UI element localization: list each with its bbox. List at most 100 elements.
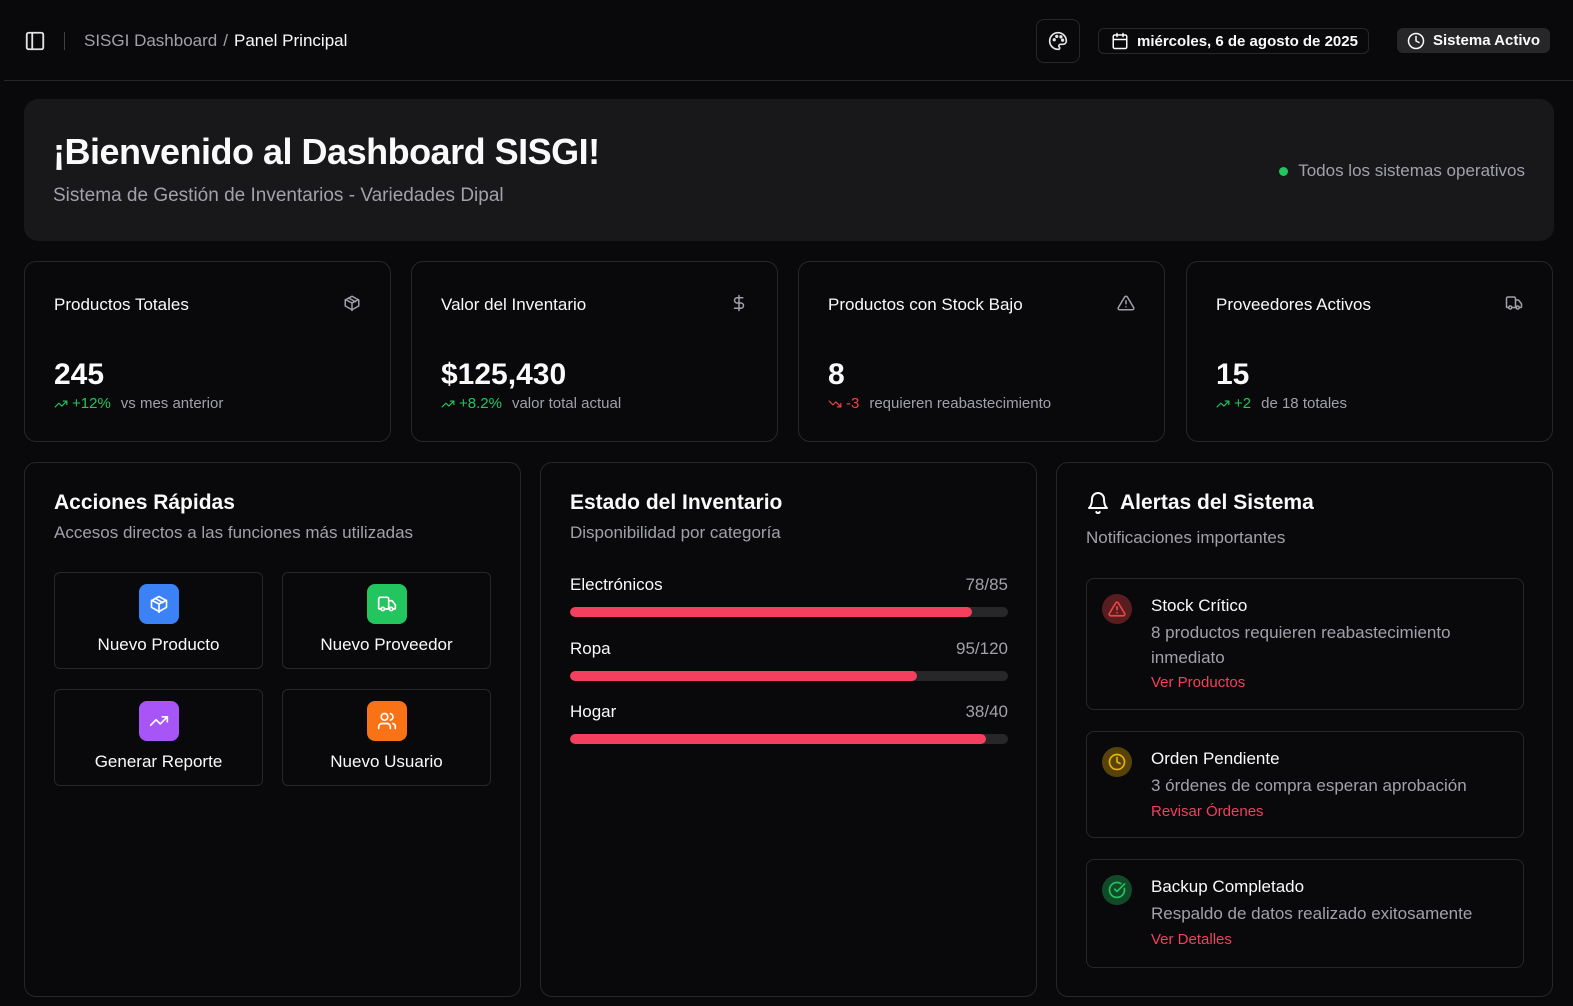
clock-icon	[1102, 747, 1132, 777]
panel-subtitle: Disponibilidad por categoría	[570, 523, 781, 542]
progress-track	[570, 734, 1008, 744]
progress-fill	[570, 734, 987, 744]
stat-title: Productos Totales	[54, 295, 189, 314]
trending-up-icon	[1216, 400, 1230, 407]
new-supplier-button[interactable]: Nuevo Proveedor	[282, 572, 491, 669]
stat-footer: -3 requieren reabastecimiento	[828, 395, 1051, 412]
welcome-title: ¡Bienvenido al Dashboard SISGI!	[53, 131, 600, 172]
view-products-link[interactable]: Ver Productos	[1151, 674, 1245, 691]
stat-footer: +8.2% valor total actual	[441, 395, 621, 412]
trend: -3	[828, 395, 859, 412]
users-icon	[366, 701, 407, 741]
trend: +8.2%	[441, 395, 502, 412]
box-icon	[343, 294, 361, 312]
alert-triangle-icon	[1102, 594, 1132, 624]
calendar-icon	[1112, 32, 1128, 50]
quick-actions-panel: Acciones Rápidas Accesos directos a las …	[24, 462, 521, 997]
progress-track	[570, 607, 1008, 617]
systems-status-text: Todos los sistemas operativos	[1298, 161, 1525, 180]
stat-card-inventory-value: Valor del Inventario $125,430 +8.2% valo…	[411, 261, 778, 442]
stat-value: 15	[1216, 358, 1250, 391]
bell-icon	[1088, 492, 1108, 515]
trend-value: +2	[1234, 395, 1252, 412]
theme-button[interactable]	[1036, 19, 1080, 63]
system-status-badge: Sistema Activo	[1397, 28, 1550, 53]
status-text: Sistema Activo	[1433, 32, 1540, 49]
alert-pending-order: Orden Pendiente 3 órdenes de compra espe…	[1086, 731, 1524, 838]
progress-fill	[570, 607, 972, 617]
trend: +12%	[54, 395, 111, 412]
stat-card-suppliers: Proveedores Activos 15 +2 de 18 totales	[1186, 261, 1553, 442]
clock-icon	[1407, 32, 1425, 49]
dollar-icon	[730, 294, 748, 312]
category-name: Hogar	[570, 702, 617, 721]
new-user-button[interactable]: Nuevo Usuario	[282, 689, 491, 786]
category-count: 78/85	[965, 575, 1008, 594]
alert-description: Respaldo de datos realizado exitosamente	[1151, 904, 1473, 923]
category-count: 95/120	[956, 639, 1008, 658]
truck-icon	[366, 584, 407, 624]
breadcrumb-root[interactable]: SISGI Dashboard	[84, 31, 217, 51]
stat-value: $125,430	[441, 358, 567, 391]
button-label: Nuevo Usuario	[330, 752, 443, 771]
panel-title: Alertas del Sistema	[1120, 491, 1314, 514]
category-name: Electrónicos	[570, 575, 663, 594]
review-orders-link[interactable]: Revisar Órdenes	[1151, 803, 1264, 820]
date-badge: miércoles, 6 de agosto de 2025	[1098, 28, 1369, 54]
category-name: Ropa	[570, 639, 611, 658]
stat-card-products: Productos Totales 245 +12% vs mes anteri…	[24, 261, 391, 442]
header-divider	[64, 32, 65, 50]
stat-footer: +12% vs mes anterior	[54, 395, 223, 412]
panel-subtitle: Accesos directos a las funciones más uti…	[54, 523, 414, 542]
new-product-button[interactable]: Nuevo Producto	[54, 572, 263, 669]
stat-value: 8	[828, 358, 845, 391]
progress-track	[570, 671, 1008, 681]
stat-note: valor total actual	[511, 395, 622, 412]
view-details-link[interactable]: Ver Detalles	[1151, 931, 1232, 948]
stat-title: Productos con Stock Bajo	[828, 295, 1023, 314]
breadcrumb: SISGI Dashboard / Panel Principal	[84, 31, 347, 51]
alert-title: Stock Crítico	[1151, 596, 1248, 615]
inventory-status-panel: Estado del Inventario Disponibilidad por…	[540, 462, 1037, 997]
stat-note: de 18 totales	[1261, 395, 1348, 412]
alert-title: Orden Pendiente	[1151, 749, 1280, 768]
progress-fill	[570, 671, 917, 681]
stat-title: Proveedores Activos	[1216, 295, 1371, 314]
stat-footer: +2 de 18 totales	[1216, 395, 1347, 412]
alert-stock-critical: Stock Crítico 8 productos requieren reab…	[1086, 578, 1524, 710]
alert-title: Backup Completado	[1151, 877, 1305, 896]
panel-title-row: Alertas del Sistema	[1086, 491, 1314, 515]
trending-up-icon	[54, 400, 68, 407]
button-label: Generar Reporte	[94, 752, 223, 771]
trending-up-icon	[138, 701, 179, 741]
trending-up-icon	[441, 400, 455, 407]
top-bar: SISGI Dashboard / Panel Principal miérco…	[4, 0, 1573, 81]
systems-status: Todos los sistemas operativos	[1279, 161, 1525, 181]
truck-icon	[1505, 294, 1523, 312]
welcome-banner: ¡Bienvenido al Dashboard SISGI! Sistema …	[24, 99, 1554, 241]
alert-triangle-icon	[1117, 294, 1135, 312]
generate-report-button[interactable]: Generar Reporte	[54, 689, 263, 786]
stat-value: 245	[54, 358, 105, 391]
breadcrumb-current: Panel Principal	[233, 31, 348, 50]
stat-card-low-stock: Productos con Stock Bajo 8 -3 requieren …	[798, 261, 1165, 442]
panel-title: Estado del Inventario	[570, 491, 783, 514]
box-icon	[138, 584, 179, 624]
system-alerts-panel: Alertas del Sistema Notificaciones impor…	[1056, 462, 1553, 997]
palette-icon	[1048, 31, 1068, 51]
alert-backup-complete: Backup Completado Respaldo de datos real…	[1086, 859, 1524, 968]
panel-subtitle: Notificaciones importantes	[1086, 528, 1286, 547]
alert-description: 8 productos requieren reabastecimiento i…	[1151, 623, 1451, 667]
status-dot-icon	[1279, 166, 1289, 176]
stat-title: Valor del Inventario	[441, 295, 587, 314]
trend: +2	[1216, 395, 1251, 412]
button-label: Nuevo Producto	[97, 635, 220, 654]
panel-title: Acciones Rápidas	[54, 491, 235, 514]
button-label: Nuevo Proveedor	[320, 635, 453, 654]
trend-value: +12%	[72, 395, 111, 412]
sidebar-toggle-icon[interactable]	[24, 30, 46, 52]
trend-value: -3	[846, 395, 860, 412]
date-text: miércoles, 6 de agosto de 2025	[1137, 32, 1358, 50]
breadcrumb-separator: /	[223, 31, 228, 50]
trend-value: +8.2%	[459, 395, 502, 412]
